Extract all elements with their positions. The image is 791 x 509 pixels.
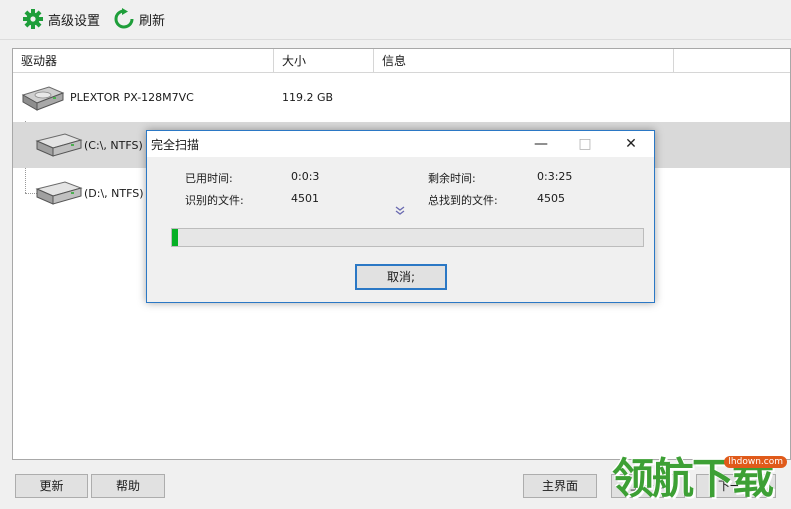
drive-d-name: (D:\, NTFS) [84, 187, 144, 200]
update-button[interactable]: 更新 [15, 474, 88, 498]
hard-disk-icon [19, 83, 65, 116]
scan-progress-bar [171, 228, 644, 247]
maximize-button[interactable]: □ [563, 131, 607, 157]
toolbar: 高级设置 刷新 [0, 0, 791, 40]
advanced-settings-label: 高级设置 [48, 13, 101, 29]
column-info[interactable]: 信息 [374, 49, 674, 73]
elapsed-time-value: 0:0:3 [291, 170, 320, 183]
identified-files-value: 4501 [291, 192, 319, 205]
scan-progress-fill [172, 229, 179, 246]
gear-icon [22, 8, 44, 30]
dialog-title: 完全扫描 [151, 138, 200, 152]
disk-name: PLEXTOR PX-128M7VC [70, 91, 194, 104]
total-found-files-value: 4505 [537, 192, 565, 205]
watermark: 领航下载 lhdown.com [612, 452, 791, 509]
refresh-icon [113, 8, 135, 30]
expand-chevron-icon[interactable] [394, 205, 406, 220]
drive-c-name: (C:\, NTFS) [84, 139, 143, 152]
drive-row-disk[interactable]: PLEXTOR PX-128M7VC 119.2 GB [13, 75, 790, 121]
help-button[interactable]: 帮助 [91, 474, 165, 498]
cancel-button[interactable]: 取消; [355, 264, 447, 290]
total-found-files-label: 总找到的文件: [428, 194, 498, 207]
column-size[interactable]: 大小 [274, 49, 374, 73]
remaining-time-value: 0:3:25 [537, 170, 573, 183]
refresh-label: 刷新 [139, 13, 166, 29]
elapsed-time-label: 已用时间: [185, 172, 233, 185]
advanced-settings-button[interactable]: 高级设置 [22, 8, 100, 30]
disk-size: 119.2 GB [282, 91, 334, 104]
close-button[interactable]: ✕ [609, 131, 653, 157]
column-header: 驱动器 大小 信息 [13, 49, 790, 73]
volume-icon [35, 131, 83, 162]
left-strip [0, 40, 10, 509]
main-screen-button[interactable]: 主界面 [523, 474, 597, 498]
identified-files-label: 识别的文件: [185, 194, 244, 207]
full-scan-dialog: 完全扫描 — □ ✕ 已用时间: 0:0:3 剩余时间: 0:3:25 识别的文… [146, 130, 655, 303]
column-drive[interactable]: 驱动器 [13, 49, 274, 73]
remaining-time-label: 剩余时间: [428, 172, 476, 185]
refresh-button[interactable]: 刷新 [113, 8, 165, 30]
dialog-title-bar[interactable]: 完全扫描 — □ ✕ [147, 131, 654, 157]
minimize-button[interactable]: — [519, 131, 563, 157]
watermark-url: lhdown.com [724, 456, 787, 468]
volume-icon [35, 179, 83, 210]
